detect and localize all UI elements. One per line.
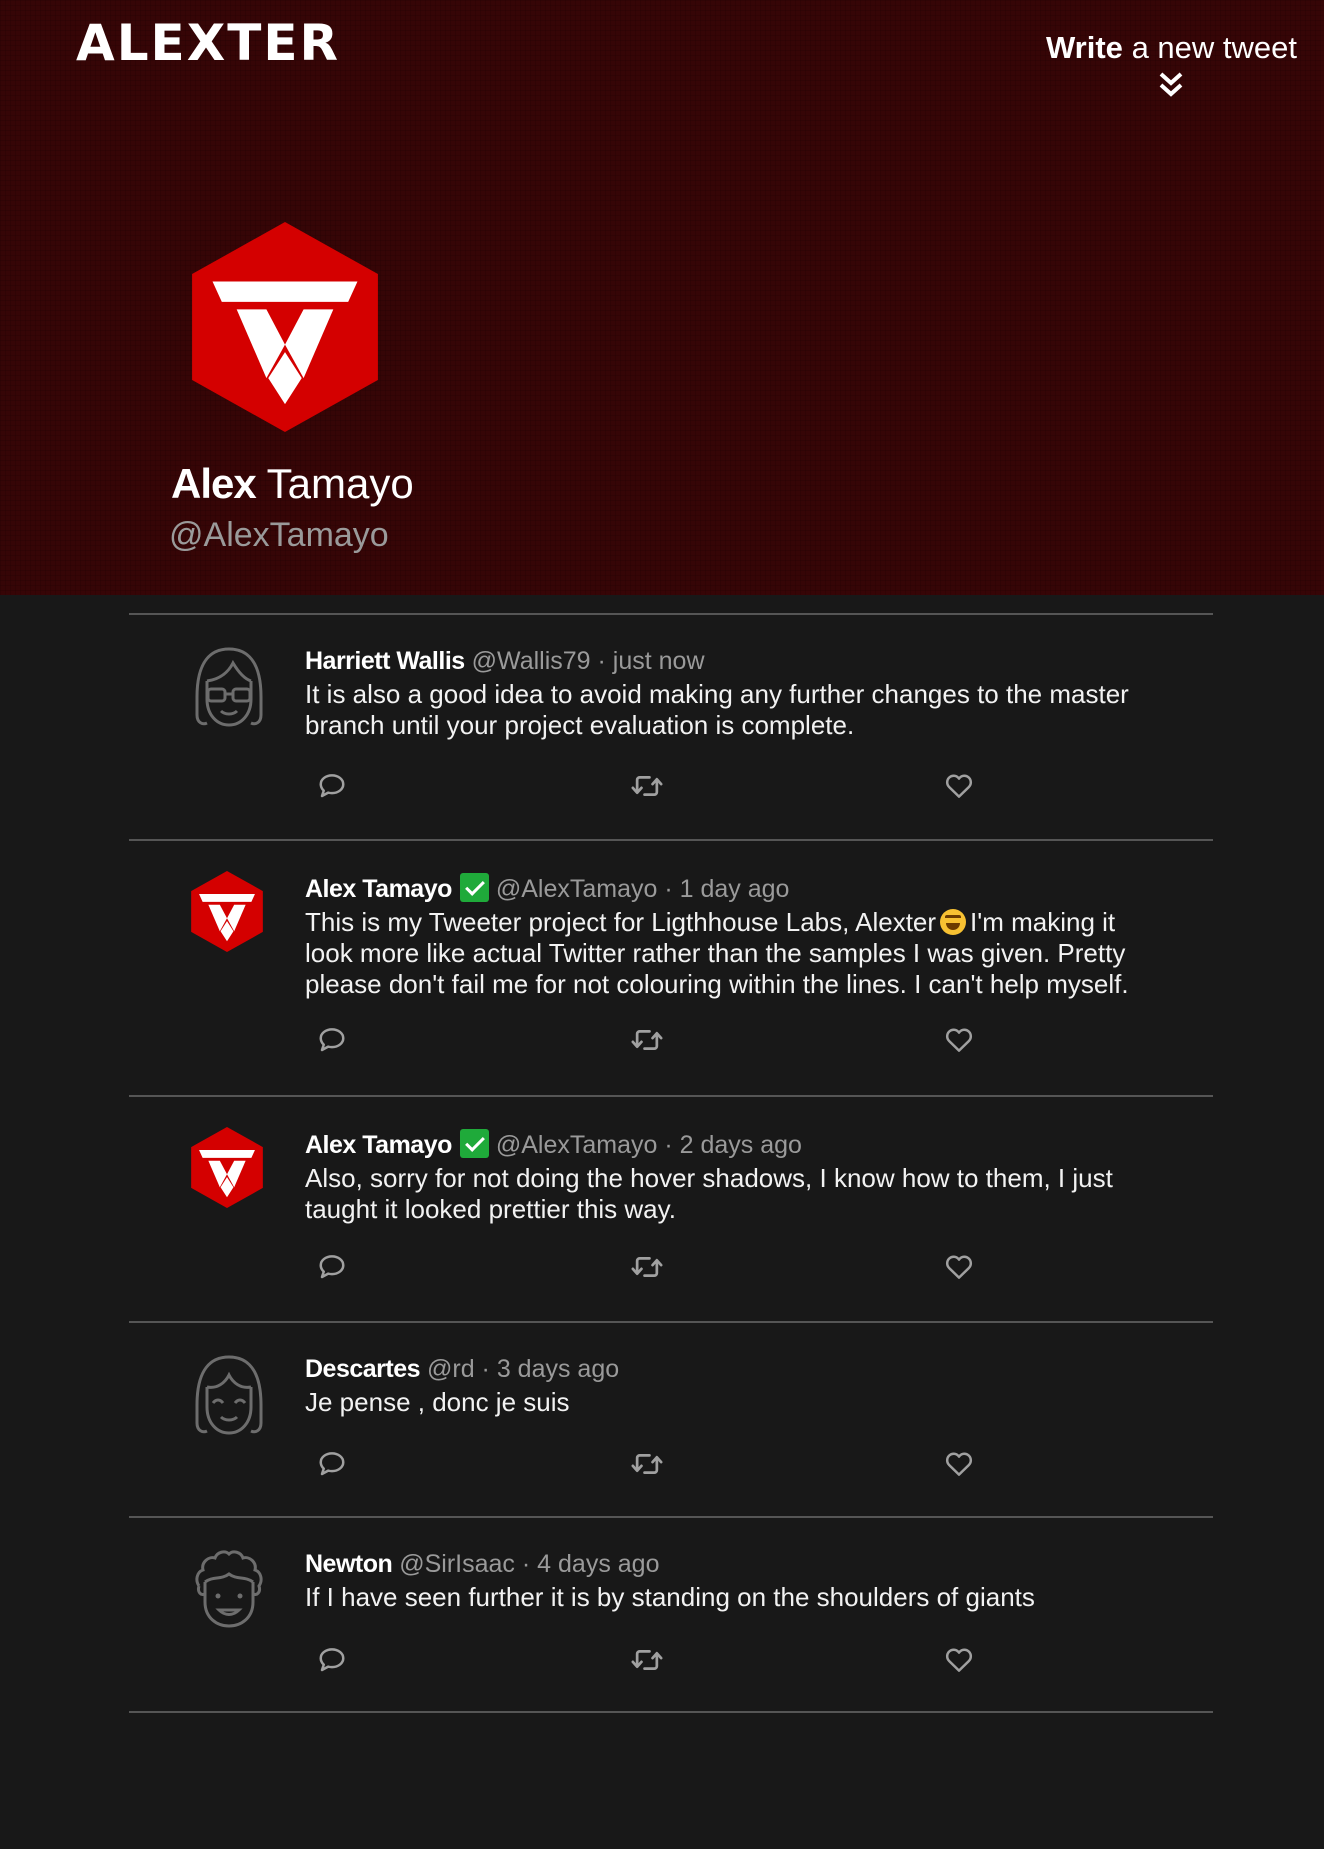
write-tweet-label[interactable]: Write a new tweet [1046,30,1297,66]
retweet-icon[interactable] [631,771,663,801]
retweet-icon[interactable] [631,1025,663,1055]
tweet-body: Harriett Wallis @Wallis79 · just now It … [305,647,1143,741]
tweet-feed: Harriett Wallis @Wallis79 · just now It … [129,613,1213,1713]
alexter-logo-icon [191,1127,263,1208]
tweet-header: Descartes @rd · 3 days ago [305,1355,1143,1384]
tweet-separator: · [481,1355,490,1383]
tweet-separator: · [597,647,606,675]
tweet-separator: · [664,875,673,903]
tweet-author-handle[interactable]: @AlexTamayo [496,1131,658,1159]
tweet-text-part: This is my Tweeter project for Ligthhous… [305,907,937,937]
reply-icon[interactable] [317,1252,347,1282]
tweet-actions [129,1449,1213,1481]
tweet-author-name[interactable]: Harriett Wallis [305,647,465,675]
write-tweet-toggle[interactable]: Write a new tweet [1046,30,1297,100]
tweet-author-name[interactable]: Alex Tamayo [305,1131,452,1159]
tweet-body: Descartes @rd · 3 days ago Je pense , do… [305,1355,1143,1418]
tweet-actions [129,1025,1213,1057]
tweet-avatar [191,871,263,957]
double-chevron-down-icon[interactable] [1156,70,1186,100]
tweet-author-handle[interactable]: @Wallis79 [472,647,591,675]
reply-icon[interactable] [317,1025,347,1055]
tweet-actions [129,1252,1213,1284]
tweet-body: Newton @SirIsaac · 4 days ago If I have … [305,1550,1143,1613]
tweet-item: Descartes @rd · 3 days ago Je pense , do… [129,1323,1213,1518]
curly-hair-avatar-icon [195,1550,263,1628]
write-label-bold: Write [1045,30,1123,65]
tweet-header: Harriett Wallis @Wallis79 · just now [305,647,1143,676]
profile-avatar [192,222,378,437]
tweet-timestamp: 1 day ago [679,875,790,903]
verified-check-icon [459,1129,489,1158]
tweet-text: This is my Tweeter project for Ligthhous… [305,907,1143,1000]
tweet-actions [129,1645,1213,1677]
heart-icon[interactable] [944,771,974,801]
profile-name: Alex Tamayo [171,460,414,508]
tweet-avatar [191,645,267,734]
alexter-logo-icon [191,871,263,952]
girl-with-bangs-avatar-icon [195,1355,263,1435]
tweet-author-name[interactable]: Descartes [305,1355,421,1383]
heart-icon[interactable] [944,1025,974,1055]
alexter-logo-icon [192,222,378,432]
heart-icon[interactable] [944,1252,974,1282]
tweet-avatar [191,1127,263,1213]
verified-check-icon [459,873,489,902]
tweet-author-handle[interactable]: @AlexTamayo [496,875,658,903]
tweet-timestamp: just now [612,647,705,675]
heart-icon[interactable] [944,1449,974,1479]
profile-handle: @AlexTamayo [169,516,389,554]
reply-icon[interactable] [317,1645,347,1675]
tweet-item: Harriett Wallis @Wallis79 · just now It … [129,615,1213,841]
profile-header: ALEXTER Write a new tweet Alex Tamayo @A… [0,0,1324,595]
tweet-text: Also, sorry for not doing the hover shad… [305,1163,1113,1224]
tweet-header: Newton @SirIsaac · 4 days ago [305,1550,1143,1579]
tweet-body: Alex Tamayo @AlexTamayo · 1 day ago This… [305,873,1143,1000]
tweet-separator: · [664,1131,673,1159]
retweet-icon[interactable] [631,1449,663,1479]
tweet-timestamp: 2 days ago [679,1131,802,1159]
reply-icon[interactable] [317,1449,347,1479]
tweet-item: Alex Tamayo @AlexTamayo · 2 days ago Als… [129,1097,1213,1323]
tweet-avatar [191,1353,267,1442]
tweet-text: If I have seen further it is by standing… [305,1582,1035,1612]
tweet-separator: · [521,1550,531,1578]
girl-with-glasses-avatar-icon [195,647,263,727]
tweet-header: Alex Tamayo @AlexTamayo · 1 day ago [305,873,1143,904]
heart-icon[interactable] [944,1645,974,1675]
tweet-body: Alex Tamayo @AlexTamayo · 2 days ago Als… [305,1129,1143,1225]
brand-logo[interactable]: ALEXTER [76,14,340,72]
profile-last-name: Tamayo [266,460,414,507]
reply-icon[interactable] [317,771,347,801]
tweet-timestamp: 4 days ago [537,1550,660,1578]
tweet-text: Je pense , donc je suis [305,1387,570,1417]
tweet-header: Alex Tamayo @AlexTamayo · 2 days ago [305,1129,1143,1160]
retweet-icon[interactable] [631,1645,663,1675]
write-label-rest: a new tweet [1131,30,1297,65]
tweet-author-handle[interactable]: @rd [427,1355,475,1383]
tweet-author-name[interactable]: Newton [305,1550,393,1578]
tweet-author-handle[interactable]: @SirIsaac [399,1550,515,1578]
tweet-avatar [191,1546,267,1635]
tweet-timestamp: 3 days ago [496,1355,620,1383]
laughing-face-emoji-icon [940,909,967,935]
profile-first-name: Alex [171,460,257,507]
tweet-item: Newton @SirIsaac · 4 days ago If I have … [129,1518,1213,1713]
tweet-author-name[interactable]: Alex Tamayo [305,875,452,903]
tweet-item: Alex Tamayo @AlexTamayo · 1 day ago This… [129,841,1213,1097]
tweet-text: It is also a good idea to avoid making a… [305,679,1129,740]
tweet-actions [129,771,1213,803]
retweet-icon[interactable] [631,1252,663,1282]
